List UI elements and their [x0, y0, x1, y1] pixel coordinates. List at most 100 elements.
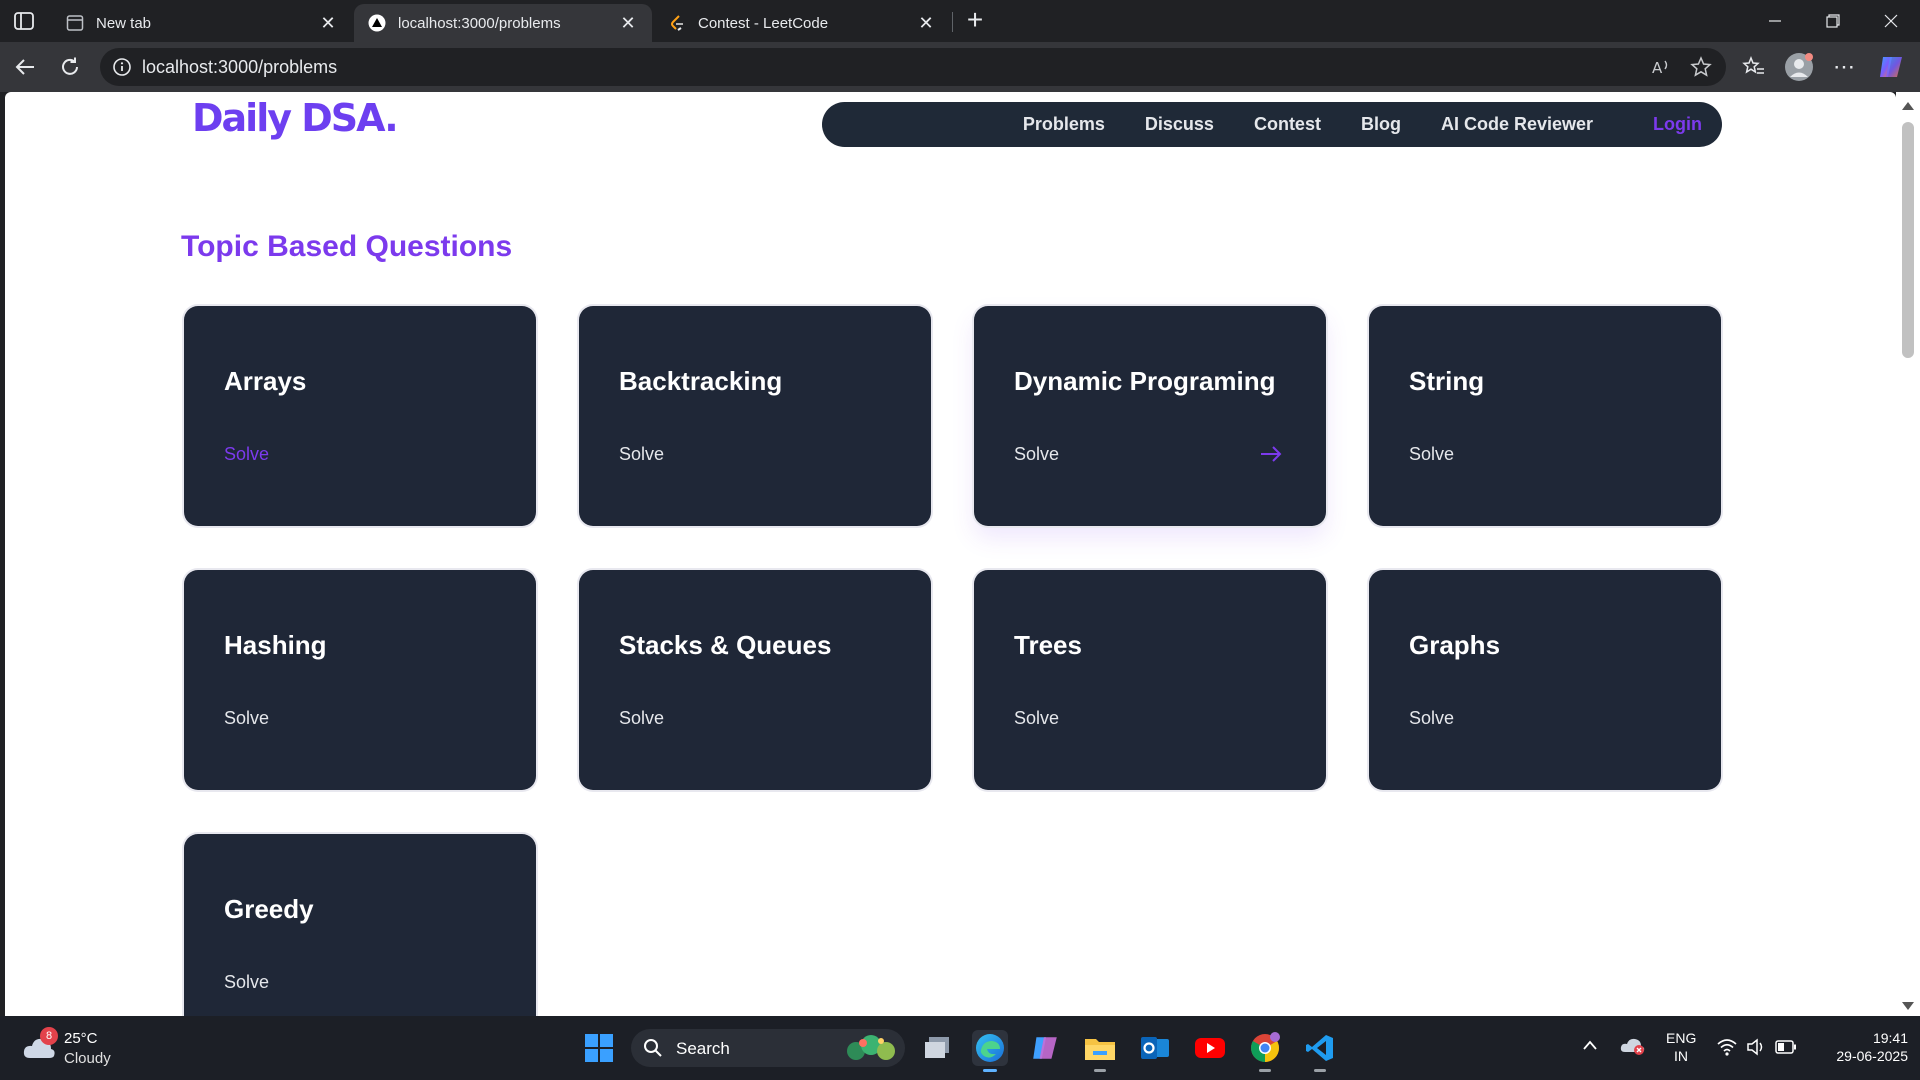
topic-card-backtracking[interactable]: Backtracking Solve: [579, 306, 931, 526]
edge-browser-icon[interactable]: [972, 1030, 1008, 1072]
sidebar-toggle-icon[interactable]: [12, 10, 36, 32]
page-scrollbar[interactable]: [1896, 92, 1920, 1016]
topic-name: Backtracking: [619, 366, 783, 396]
taskbar-search[interactable]: Search: [631, 1029, 905, 1067]
page-viewport: Daily DSA. Problems Discuss Contest Blog…: [5, 92, 1896, 1016]
battery-icon[interactable]: [1775, 1040, 1797, 1057]
nav-problems[interactable]: Problems: [1023, 114, 1105, 135]
volume-icon[interactable]: [1746, 1038, 1766, 1059]
scroll-down-arrow-icon[interactable]: [1902, 1002, 1914, 1010]
onedrive-error-icon[interactable]: [1620, 1036, 1646, 1059]
back-arrow-icon[interactable]: [10, 52, 40, 82]
copilot-icon[interactable]: [1876, 52, 1906, 82]
tab-title: localhost:3000/problems: [398, 14, 561, 32]
wifi-icon[interactable]: [1717, 1038, 1737, 1059]
copilot-app-icon[interactable]: [1027, 1030, 1063, 1066]
read-aloud-icon[interactable]: A: [1650, 56, 1672, 78]
weather-alert-badge: 8: [40, 1027, 58, 1045]
outlook-icon[interactable]: [1137, 1030, 1173, 1066]
arrow-right-icon: [1258, 442, 1284, 466]
topic-card-graphs[interactable]: Graphs Solve: [1369, 570, 1721, 790]
topic-card-stacks-queues[interactable]: Stacks & Queues Solve: [579, 570, 931, 790]
nav-contest[interactable]: Contest: [1254, 114, 1321, 135]
youtube-icon[interactable]: [1192, 1030, 1228, 1066]
section-title: Topic Based Questions: [181, 230, 513, 263]
topic-name: Graphs: [1409, 630, 1501, 660]
favorite-star-icon[interactable]: [1690, 56, 1712, 78]
language-indicator[interactable]: ENG IN: [1666, 1030, 1696, 1064]
topic-name: Hashing: [224, 630, 327, 660]
tab-leetcode[interactable]: Contest - LeetCode ✕: [654, 4, 950, 42]
clock-date: 29-06-2025: [1836, 1048, 1908, 1064]
address-bar[interactable]: localhost:3000/problems A: [100, 48, 1726, 86]
search-highlight-icon: [841, 1033, 901, 1063]
solve-link[interactable]: Solve: [619, 708, 664, 729]
leetcode-icon: [668, 14, 686, 32]
minimize-button[interactable]: [1746, 0, 1804, 42]
restore-button[interactable]: [1804, 0, 1862, 42]
solve-link[interactable]: Solve: [1409, 708, 1454, 729]
url-text[interactable]: localhost:3000/problems: [142, 57, 337, 78]
more-options-icon[interactable]: ⋯: [1829, 52, 1859, 82]
active-app-indicator: [983, 1069, 997, 1072]
topic-name: Trees: [1014, 630, 1082, 660]
tab-separator: [952, 12, 953, 32]
nav-blog[interactable]: Blog: [1361, 114, 1401, 135]
login-button[interactable]: Login: [1653, 114, 1702, 135]
solve-link[interactable]: Solve: [619, 444, 664, 465]
clock-time: 19:41: [1872, 1030, 1908, 1046]
close-icon[interactable]: ✕: [318, 13, 338, 33]
reload-icon[interactable]: [55, 52, 85, 82]
close-icon[interactable]: ✕: [916, 13, 936, 33]
topic-card-greedy[interactable]: Greedy Solve: [184, 834, 536, 1016]
solve-link[interactable]: Solve: [1409, 444, 1454, 465]
nextjs-icon: [368, 14, 386, 32]
topic-name: Stacks & Queues: [619, 630, 832, 660]
nav-ai-code-reviewer[interactable]: AI Code Reviewer: [1441, 114, 1593, 135]
solve-link[interactable]: Solve: [224, 444, 269, 465]
solve-link[interactable]: Solve: [224, 708, 269, 729]
windows-start-icon[interactable]: [581, 1030, 617, 1066]
task-view-icon[interactable]: [919, 1030, 955, 1066]
nav-discuss[interactable]: Discuss: [1145, 114, 1214, 135]
system-clock[interactable]: 19:41 29-06-2025: [1812, 1030, 1908, 1064]
topic-card-string[interactable]: String Solve: [1369, 306, 1721, 526]
tab-title: Contest - LeetCode: [698, 14, 829, 32]
topic-name: String: [1409, 366, 1485, 396]
topic-name: Greedy: [224, 894, 314, 924]
scrollbar-thumb[interactable]: [1902, 122, 1914, 358]
search-icon: [643, 1038, 663, 1058]
tab-problems[interactable]: localhost:3000/problems ✕: [354, 4, 652, 42]
close-window-button[interactable]: [1862, 0, 1920, 42]
tab-title: New tab: [96, 14, 152, 32]
topic-card-trees[interactable]: Trees Solve: [974, 570, 1326, 790]
windows-taskbar: 8 25°C Cloudy Search ENG IN 19:41 29-06-…: [0, 1016, 1920, 1080]
solve-link[interactable]: Solve: [224, 972, 269, 993]
close-icon[interactable]: ✕: [618, 13, 638, 33]
site-logo[interactable]: Daily DSA.: [192, 96, 399, 140]
scroll-up-arrow-icon[interactable]: [1902, 102, 1914, 110]
search-label: Search: [676, 1039, 730, 1058]
svg-text:A: A: [1652, 59, 1663, 77]
solve-link[interactable]: Solve: [1014, 444, 1059, 465]
profile-avatar-icon[interactable]: [1784, 52, 1814, 82]
site-info-icon[interactable]: [112, 57, 132, 77]
chrome-icon[interactable]: [1247, 1030, 1283, 1072]
logo-dot: .: [384, 96, 399, 140]
tab-new-tab[interactable]: New tab ✕: [52, 4, 352, 42]
topic-card-dynamic-programing[interactable]: Dynamic Programing Solve: [974, 306, 1326, 526]
weather-description[interactable]: Cloudy: [64, 1050, 111, 1067]
file-explorer-icon[interactable]: [1082, 1030, 1118, 1072]
new-tab-button[interactable]: +: [960, 6, 990, 36]
topic-card-hashing[interactable]: Hashing Solve: [184, 570, 536, 790]
region-code: IN: [1674, 1048, 1688, 1064]
favorites-icon[interactable]: [1739, 52, 1769, 82]
open-app-indicator: [1314, 1069, 1326, 1072]
solve-link[interactable]: Solve: [1014, 708, 1059, 729]
weather-temperature[interactable]: 25°C: [64, 1030, 98, 1047]
open-app-indicator: [1094, 1069, 1106, 1072]
vscode-icon[interactable]: [1302, 1030, 1338, 1072]
topic-name: Arrays: [224, 366, 307, 396]
chevron-up-icon[interactable]: [1582, 1038, 1598, 1054]
topic-card-arrays[interactable]: Arrays Solve: [184, 306, 536, 526]
